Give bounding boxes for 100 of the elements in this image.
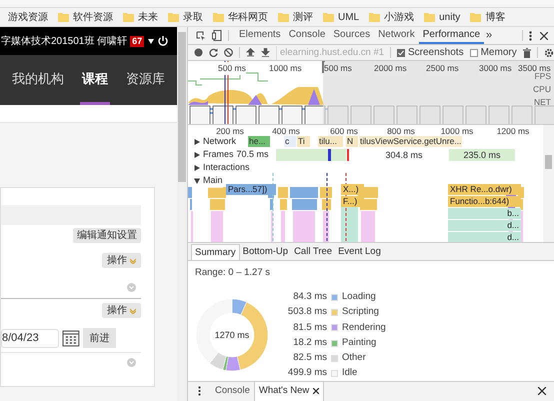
disclosure-triangle-icon[interactable]: [194, 139, 200, 146]
bookmark-link[interactable]: 录取: [183, 10, 203, 24]
inspect-icon[interactable]: [196, 30, 206, 40]
option-label: Memory: [480, 46, 517, 60]
disclosure-triangle-icon[interactable]: [194, 165, 200, 172]
caret-icon[interactable]: [148, 38, 154, 44]
bookmark-link[interactable]: unity: [439, 10, 460, 24]
bookmark-link[interactable]: 博客: [485, 10, 506, 24]
time-tick-label: 200 ms: [216, 125, 244, 138]
record-icon[interactable]: [194, 48, 203, 58]
main-thread-event: d...: [448, 220, 521, 232]
devtools-tab[interactable]: Console: [284, 27, 330, 44]
scrollbar[interactable]: [177, 27, 187, 401]
more-options-icon[interactable]: [198, 386, 201, 396]
network-request: N: [346, 136, 358, 148]
lane-label: NET: [534, 96, 551, 110]
more-options-icon[interactable]: [529, 30, 532, 40]
time-tick-label: 1200 ms: [496, 125, 530, 138]
device-icon[interactable]: [212, 30, 222, 41]
upload-icon[interactable]: [246, 48, 255, 58]
calendar-icon[interactable]: [62, 329, 80, 347]
time-tick-label: 800 ms: [387, 125, 415, 138]
action-button[interactable]: 操作: [102, 303, 141, 318]
frame-bar: [276, 149, 346, 162]
close-icon[interactable]: [313, 388, 320, 394]
legend-label: Scripting: [342, 305, 380, 320]
marker-line: [347, 149, 349, 162]
call-stack-bars: [320, 187, 332, 242]
checkbox[interactable]: [470, 48, 478, 57]
devtools-tab[interactable]: Network: [374, 27, 419, 44]
details-tab[interactable]: Event Log: [335, 244, 384, 260]
trash-icon[interactable]: [522, 48, 531, 58]
legend-label: Painting: [342, 336, 378, 350]
details-tab[interactable]: Call Tree: [291, 244, 336, 260]
download-icon[interactable]: [261, 48, 270, 58]
notify-settings-button[interactable]: 编辑通知设置: [73, 228, 141, 243]
scrollbar[interactable]: [543, 125, 554, 242]
close-icon[interactable]: [538, 387, 546, 396]
legend-value: 84.3 ms: [292, 290, 327, 304]
bookmark-link[interactable]: 测评: [293, 10, 313, 24]
bookmark-link[interactable]: 小游戏: [384, 10, 414, 24]
bookmark-link[interactable]: 华科网页: [228, 10, 268, 24]
folder-icon: [278, 12, 289, 22]
folder-icon: [470, 12, 482, 22]
devtools-tab[interactable]: Sources: [329, 27, 374, 44]
settings-icon[interactable]: [544, 48, 554, 58]
user-name: 字媒体技术201501班 何啸轩: [1, 34, 128, 48]
go-button[interactable]: 前进: [83, 328, 116, 348]
time-tick-label: 1000 ms: [440, 125, 474, 138]
folder-icon: [58, 12, 69, 22]
legend-value: 82.5 ms: [292, 351, 327, 366]
clear-icon[interactable]: [224, 48, 233, 58]
main-thread-event: XHR Re...o.dwr): [448, 184, 521, 196]
legend-label: Loading: [342, 290, 377, 304]
track-label[interactable]: Main: [203, 174, 223, 188]
power-icon[interactable]: [157, 35, 169, 47]
bookmark-link[interactable]: UML: [338, 10, 360, 24]
details-tab[interactable]: Bottom-Up: [240, 244, 292, 260]
legend-label: Other: [342, 351, 367, 366]
date-field[interactable]: 8/04/23: [1, 328, 60, 348]
nav-tab[interactable]: 资源库: [124, 55, 167, 105]
call-stack-bars: [290, 187, 318, 242]
nav-tab[interactable]: 我的机构: [10, 55, 66, 105]
main-thread-event: F...): [341, 196, 364, 208]
drawer-tab[interactable]: What's New: [254, 382, 324, 401]
range-label: Range: 0 – 1.27 s: [195, 266, 271, 280]
chevron-down-icon: [130, 308, 136, 314]
bookmark-link[interactable]: 软件资源: [73, 10, 113, 24]
main-thread-event: d...: [448, 232, 521, 242]
legend-label: Idle: [342, 366, 358, 380]
legend-value: 81.5 ms: [292, 320, 327, 335]
more-tabs-button[interactable]: »: [486, 27, 492, 44]
details-tab[interactable]: Summary: [191, 244, 240, 260]
frame-duration: 70.5 ms: [236, 148, 269, 162]
folder-icon: [369, 12, 380, 22]
checkbox[interactable]: [397, 48, 405, 57]
disclosure-triangle-icon[interactable]: [194, 178, 200, 184]
time-tick-label: 1000 ms: [269, 62, 302, 76]
notification-badge: 67: [130, 36, 144, 46]
disclosure-triangle-icon[interactable]: [194, 152, 200, 158]
reload-icon[interactable]: [209, 48, 218, 58]
marker-line: [326, 172, 328, 242]
devtools-tab[interactable]: Elements: [235, 27, 285, 44]
drawer-tab[interactable]: Console: [211, 382, 254, 401]
folder-icon: [123, 12, 134, 22]
bookmark-link[interactable]: 未来: [138, 10, 158, 24]
main-thread-event: Pars...57]): [226, 184, 276, 196]
chevron-down-icon: [130, 258, 136, 264]
close-icon[interactable]: [540, 32, 548, 40]
legend-value: 18.2 ms: [292, 336, 327, 350]
bookmark-link[interactable]: 游戏资源: [8, 10, 48, 24]
option-label: Screenshots: [408, 46, 464, 60]
legend-value: 499.9 ms: [286, 366, 327, 380]
legend-value: 503.8 ms: [286, 305, 327, 320]
frame-duration: 235.0 ms: [449, 149, 515, 162]
action-button[interactable]: 操作: [102, 253, 141, 268]
network-request: Ti: [297, 136, 310, 148]
time-tick-label: 600 ms: [330, 125, 358, 138]
folder-icon: [168, 12, 179, 22]
frame-duration: 304.8 ms: [384, 149, 424, 162]
